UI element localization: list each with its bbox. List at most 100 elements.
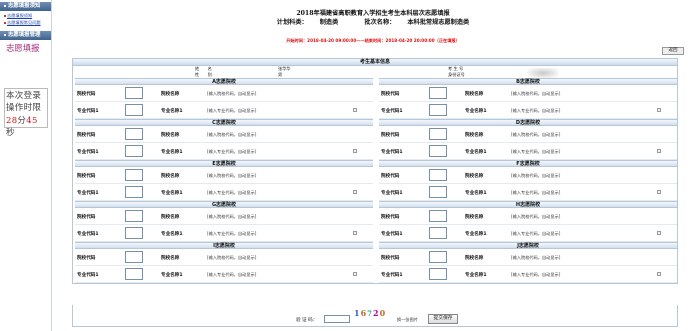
batch-label: 批次名称： — [364, 19, 396, 26]
school-code-label: 院校代码 — [381, 256, 400, 261]
major-name-label: 专业名称1 — [161, 150, 183, 155]
school-name-label: 院校名称 — [161, 92, 180, 97]
expand-icon[interactable] — [657, 149, 661, 153]
major-code-input[interactable] — [429, 268, 447, 280]
back-button[interactable]: 返回 — [662, 47, 684, 55]
major-name-hint: [输入专业代码，自动显示] — [511, 272, 561, 277]
school-code-input[interactable] — [125, 87, 143, 99]
school-name-label: 院校名称 — [465, 215, 484, 220]
refresh-captcha-link[interactable]: 换一张图片 — [397, 317, 418, 323]
major-code-input[interactable] — [125, 186, 143, 198]
school-code-input[interactable] — [429, 210, 447, 222]
volunteer-block: J志愿院校 院校代码 院校名称 [输入院校代码，自动显示] 专业代码1 专业名称1 [输入专… — [379, 242, 677, 283]
school-code-input[interactable] — [125, 251, 143, 263]
volunteer-block: D志愿院校 院校代码 院校名称 [输入院校代码，自动显示] 专业代码1 专业名称1 [输入专… — [379, 119, 677, 160]
expand-icon[interactable] — [353, 190, 357, 194]
volunteer-block: B志愿院校 院校代码 院校名称 [输入院校代码，自动显示] 专业代码1 专业名称1 [输入专… — [379, 78, 677, 119]
school-code-label: 院校代码 — [77, 133, 96, 138]
expand-icon[interactable] — [657, 108, 661, 112]
major-row: 专业代码1 专业名称1 [输入专业代码，自动显示] — [379, 225, 677, 242]
volunteer-block: F志愿院校 院校代码 院校名称 [输入院校代码，自动显示] 专业代码1 专业名称1 [输入专… — [379, 160, 677, 201]
major-code-input[interactable] — [125, 145, 143, 157]
volunteer-column-right: B志愿院校 院校代码 院校名称 [输入院校代码，自动显示] 专业代码1 专业名称1 [输入专… — [379, 78, 677, 283]
expand-icon[interactable] — [353, 108, 357, 112]
school-name-hint: [输入院校代码，自动显示] — [207, 91, 257, 96]
batch-value: 本科批常规志愿制造类 — [407, 19, 470, 26]
major-code-label: 专业代码1 — [381, 232, 403, 237]
volunteer-column-left: A志愿院校 院校代码 院校名称 [输入院校代码，自动显示] 专业代码1 专业名称1 [输入专… — [75, 78, 373, 283]
school-name-hint: [输入院校代码，自动显示] — [511, 91, 561, 96]
school-name-hint: [输入院校代码，自动显示] — [207, 173, 257, 178]
school-code-input[interactable] — [429, 251, 447, 263]
expand-icon[interactable] — [657, 231, 661, 235]
sidebar-section-notice-label: 志愿填报须知 — [8, 3, 41, 9]
major-name-label: 专业名称1 — [465, 273, 487, 278]
expand-icon[interactable] — [353, 231, 357, 235]
captcha-char: 2 — [373, 308, 380, 318]
bullet-icon — [4, 33, 6, 36]
school-code-label: 院校代码 — [381, 92, 400, 97]
school-row: 院校代码 院校名称 [输入院校代码，自动显示] — [75, 85, 373, 102]
expand-icon[interactable] — [353, 149, 357, 153]
major-code-input[interactable] — [125, 104, 143, 116]
page-title: 2018年福建省高职教育入学招生考生本科层次志愿填报 — [296, 10, 450, 17]
school-code-input[interactable] — [125, 128, 143, 140]
school-code-input[interactable] — [125, 169, 143, 181]
major-code-label: 专业代码1 — [381, 150, 403, 155]
major-code-input[interactable] — [125, 227, 143, 239]
school-code-input[interactable] — [125, 210, 143, 222]
time-window: 开始时间：2018-04-20 09:00:00——结束时间：2018-04-2… — [286, 38, 460, 43]
timer-countdown: 28分45 秒 — [6, 115, 46, 140]
major-row: 专业代码1 专业名称1 [输入专业代码，自动显示] — [75, 102, 373, 119]
main-content: 2018年福建省高职教育入学招生考生本科层次志愿填报 计划科类： 制造类 批次名称… — [58, 0, 688, 331]
school-code-label: 院校代码 — [381, 174, 400, 179]
school-code-label: 院校代码 — [381, 133, 400, 138]
volunteer-block: E志愿院校 院校代码 院校名称 [输入院校代码，自动显示] 专业代码1 专业名称1 [输入专… — [75, 160, 373, 201]
major-code-label: 专业代码1 — [77, 273, 99, 278]
expand-icon[interactable] — [657, 190, 661, 194]
sidebar-link-faq[interactable]: 志愿填报常见问题 — [0, 18, 51, 25]
major-name-hint: [输入专业代码，自动显示] — [207, 149, 257, 154]
school-name-hint: [输入院校代码，自动显示] — [511, 132, 561, 137]
major-code-input[interactable] — [429, 145, 447, 157]
major-row: 专业代码1 专业名称1 [输入专业代码，自动显示] — [75, 143, 373, 160]
major-row: 专业代码1 专业名称1 [输入专业代码，自动显示] — [75, 266, 373, 283]
application-form: 考生基本信息 姓 名 张华华 考 生 号 性 别 男 身份证号 A志愿院校 院校代… — [72, 58, 678, 284]
volunteer-block-title: B志愿院校 — [379, 78, 677, 85]
volunteer-block: A志愿院校 院校代码 院校名称 [输入院校代码，自动显示] 专业代码1 专业名称1 [输入专… — [75, 78, 373, 119]
school-name-label: 院校名称 — [465, 133, 484, 138]
major-code-input[interactable] — [429, 186, 447, 198]
school-code-input[interactable] — [429, 169, 447, 181]
plan-value: 制造类 — [319, 19, 339, 26]
school-row: 院校代码 院校名称 [输入院校代码，自动显示] — [379, 167, 677, 184]
school-code-input[interactable] — [429, 128, 447, 140]
captcha-char: 1 — [354, 308, 361, 318]
volunteer-block-title: H志愿院校 — [379, 201, 677, 208]
sidebar-section-manage: 志愿填报管理 — [0, 31, 51, 40]
school-code-label: 院校代码 — [77, 174, 96, 179]
volunteer-grid: A志愿院校 院校代码 院校名称 [输入院校代码，自动显示] 专业代码1 专业名称1 [输入专… — [73, 78, 677, 283]
school-name-label: 院校名称 — [161, 215, 180, 220]
sidebar-item-fill[interactable]: 志愿填报 — [0, 40, 51, 54]
expand-icon[interactable] — [353, 272, 357, 276]
timer-seconds: 45 — [26, 115, 38, 126]
submit-button[interactable]: 提交保存 — [428, 314, 458, 324]
major-name-label: 专业名称1 — [161, 232, 183, 237]
major-code-label: 专业代码1 — [77, 150, 99, 155]
volunteer-block-title: F志愿院校 — [379, 160, 677, 167]
form-footer: 验 证 码： 16720 换一张图片 提交保存 — [72, 305, 678, 327]
captcha-input[interactable] — [324, 315, 350, 323]
timer-min-unit: 分 — [17, 115, 27, 126]
major-code-input[interactable] — [429, 104, 447, 116]
expand-icon[interactable] — [657, 272, 661, 276]
major-code-input[interactable] — [429, 227, 447, 239]
school-name-label: 院校名称 — [161, 174, 180, 179]
major-code-input[interactable] — [125, 268, 143, 280]
timer-line2: 操作时限 — [6, 103, 42, 114]
school-code-input[interactable] — [429, 87, 447, 99]
school-row: 院校代码 院校名称 [输入院校代码，自动显示] — [379, 249, 677, 266]
school-name-hint: [输入院校代码，自动显示] — [511, 214, 561, 219]
major-row: 专业代码1 专业名称1 [输入专业代码，自动显示] — [379, 266, 677, 283]
sidebar-link-notice[interactable]: 志愿填报须知 — [0, 11, 51, 18]
school-code-label: 院校代码 — [77, 256, 96, 261]
